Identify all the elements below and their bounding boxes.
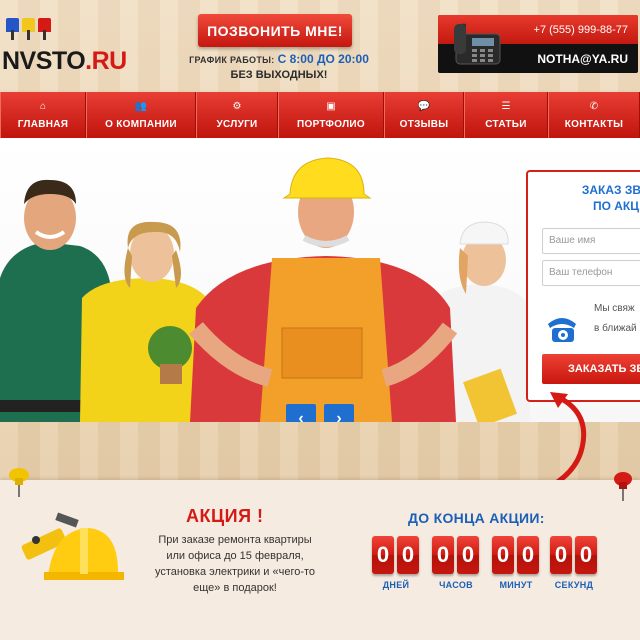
countdown-digit: 0 bbox=[550, 536, 572, 574]
work-schedule: ГРАФИК РАБОТЫ: С 8:00 ДО 20:00 БЕЗ ВЫХОД… bbox=[184, 52, 374, 83]
promo-text: При заказе ремонта квартиры или офиса до… bbox=[154, 534, 316, 594]
countdown-digit: 0 bbox=[575, 536, 597, 574]
header: NVSTO.RU ПОЗВОНИТЬ МНЕ! ГРАФИК РАБОТЫ: С… bbox=[0, 0, 640, 92]
share-icon: ⚙ bbox=[232, 100, 242, 112]
home-icon: ⌂ bbox=[39, 100, 47, 112]
main-nav: ⌂ ГЛАВНАЯ 👥 О КОМПАНИИ ⚙ УСЛУГИ ▣ ПОРТФОЛИО 💬 ОТЗ… bbox=[0, 92, 640, 138]
countdown-label: СЕКУНД bbox=[554, 580, 594, 590]
hard-hat-tools-icon bbox=[21, 512, 124, 580]
nav-item-6[interactable]: ✆ КОНТАКТЫ bbox=[548, 92, 640, 138]
paint-brush-icon bbox=[6, 18, 51, 32]
countdown-digits: 00 bbox=[492, 536, 540, 574]
pushpin-red-icon bbox=[614, 472, 632, 501]
logo-tld-text: .RU bbox=[85, 47, 127, 75]
countdown-digit: 0 bbox=[457, 536, 479, 574]
call-me-button[interactable]: ПОЗВОНИТЬ МНЕ! bbox=[198, 14, 352, 47]
countdown-digit: 0 bbox=[397, 536, 419, 574]
users-icon: 👥 bbox=[134, 100, 148, 112]
nav-item-4[interactable]: 💬 ОТЗЫВЫ bbox=[384, 92, 464, 138]
logo-main-text: NVSTO bbox=[2, 47, 86, 75]
callback-note-line1: Мы свяж bbox=[594, 303, 635, 314]
callback-form-title-line1: ЗАКАЗ ЗВО bbox=[581, 183, 640, 197]
nav-item-label: СТАТЬИ bbox=[485, 118, 527, 130]
countdown-digit: 0 bbox=[492, 536, 514, 574]
countdown-digits: 00 bbox=[432, 536, 480, 574]
nav-item-label: УСЛУГИ bbox=[216, 118, 258, 130]
nav-item-label: О КОМПАНИИ bbox=[105, 118, 177, 130]
nav-item-2[interactable]: ⚙ УСЛУГИ bbox=[196, 92, 278, 138]
countdown-digit: 0 bbox=[517, 536, 539, 574]
callback-note-line2: в ближай bbox=[594, 323, 637, 334]
countdown-digits: 00 bbox=[372, 536, 420, 574]
phone-input[interactable]: Ваш телефон bbox=[542, 260, 640, 286]
countdown-unit: 0 0 ДНЕЙ bbox=[372, 536, 420, 590]
nav-item-1[interactable]: 👥 О КОМПАНИИ bbox=[86, 92, 196, 138]
desk-phone-icon bbox=[454, 23, 501, 65]
schedule-label: ГРАФИК РАБОТЫ: bbox=[189, 55, 275, 65]
nav-item-label: ГЛАВНАЯ bbox=[17, 118, 69, 130]
countdown-digit: 0 bbox=[372, 536, 394, 574]
logo[interactable]: NVSTO.RU bbox=[2, 14, 127, 75]
slider-next-button[interactable]: › bbox=[324, 404, 354, 422]
countdown-label: МИНУТ bbox=[499, 580, 533, 590]
callback-form-title: ЗАКАЗ ЗВО ПО АКЦ bbox=[566, 182, 640, 214]
schedule-days: БЕЗ ВЫХОДНЫХ! bbox=[230, 69, 328, 81]
briefcase-icon: ▣ bbox=[326, 100, 336, 112]
promo-title: АКЦИЯ ! bbox=[186, 506, 264, 526]
list-icon: ☰ bbox=[501, 100, 511, 112]
nav-item-label: ОТЗЫВЫ bbox=[399, 118, 449, 130]
callback-form: ЗАКАЗ ЗВО ПО АКЦ Ваше имя Ваш телефон Мы… bbox=[526, 170, 640, 402]
nav-item-5[interactable]: ☰ СТАТЬИ bbox=[464, 92, 548, 138]
contact-box: +7 (555) 999-88-77 NOTHA@YA.RU bbox=[438, 15, 638, 73]
countdown-unit: 0 0 СЕКУНД bbox=[550, 536, 598, 590]
worker-foreman bbox=[189, 157, 458, 422]
nav-item-label: КОНТАКТЫ bbox=[564, 118, 624, 130]
countdown-digit: 0 bbox=[432, 536, 454, 574]
countdown-digits: 00 bbox=[550, 536, 598, 574]
nav-item-0[interactable]: ⌂ ГЛАВНАЯ bbox=[0, 92, 86, 138]
logo-text: NVSTO.RU bbox=[2, 47, 127, 76]
nav-item-label: ПОРТФОЛИО bbox=[297, 118, 365, 130]
order-call-button[interactable]: ЗАКАЗАТЬ ЗВ bbox=[542, 354, 640, 384]
schedule-time: С 8:00 ДО 20:00 bbox=[277, 52, 369, 66]
rotary-phone-icon bbox=[548, 318, 576, 342]
countdown-title: ДО КОНЦА АКЦИИ: bbox=[408, 510, 545, 526]
countdown-label: ЧАСОВ bbox=[439, 580, 473, 590]
countdown-unit: 0 0 ЧАСОВ bbox=[432, 536, 480, 590]
slider-prev-button[interactable]: ‹ bbox=[286, 404, 316, 422]
comments-icon: 💬 bbox=[417, 100, 431, 112]
countdown-label: ДНЕЙ bbox=[382, 580, 410, 590]
nav-item-3[interactable]: ▣ ПОРТФОЛИО bbox=[278, 92, 384, 138]
phone-icon: ✆ bbox=[589, 100, 599, 112]
name-input[interactable]: Ваше имя bbox=[542, 228, 640, 254]
countdown-unit: 0 0 МИНУТ bbox=[492, 536, 540, 590]
pushpin-icon bbox=[9, 468, 29, 497]
callback-form-title-line2: ПО АКЦ bbox=[592, 199, 640, 213]
